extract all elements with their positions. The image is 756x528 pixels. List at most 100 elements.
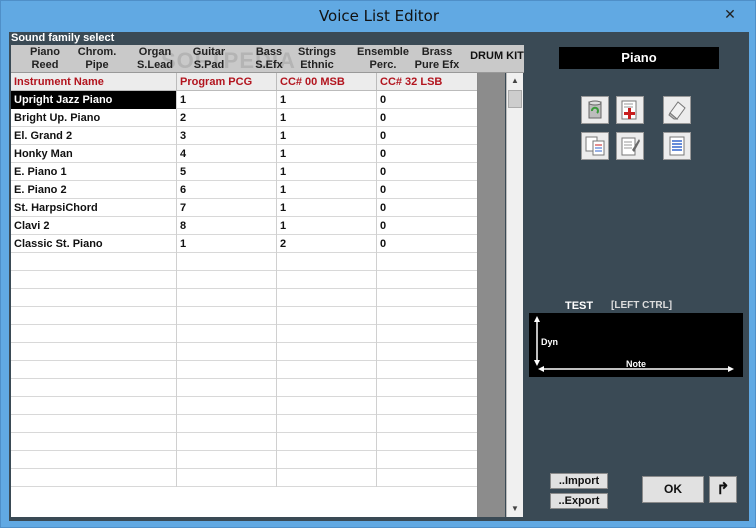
table-cell[interactable]: 1 [177, 91, 277, 109]
table-cell[interactable] [177, 289, 277, 307]
table-cell[interactable] [11, 433, 177, 451]
table-cell[interactable] [277, 325, 377, 343]
table-cell[interactable] [11, 307, 177, 325]
table-cell[interactable] [11, 469, 177, 487]
table-cell[interactable] [277, 415, 377, 433]
table-cell[interactable]: 0 [377, 91, 477, 109]
table-cell[interactable]: Classic St. Piano [11, 235, 177, 253]
table-cell[interactable] [277, 271, 377, 289]
table-cell[interactable]: 1 [277, 199, 377, 217]
table-cell[interactable] [177, 397, 277, 415]
scroll-thumb[interactable] [508, 90, 522, 108]
table-cell[interactable] [177, 307, 277, 325]
scroll-up-icon[interactable]: ▲ [507, 73, 523, 89]
table-cell[interactable] [277, 469, 377, 487]
table-cell[interactable]: 1 [277, 163, 377, 181]
table-cell[interactable] [11, 397, 177, 415]
table-cell[interactable]: 0 [377, 217, 477, 235]
table-row[interactable]: E. Piano 2610 [11, 181, 477, 199]
table-cell[interactable] [277, 433, 377, 451]
export-button[interactable]: ..Export [550, 493, 608, 509]
empty-table-row[interactable] [11, 343, 477, 361]
table-cell[interactable] [377, 397, 477, 415]
table-cell[interactable]: Upright Jazz Piano [11, 91, 177, 109]
column-header-instrument[interactable]: Instrument Name [11, 73, 177, 91]
close-button[interactable]: ✕ [711, 3, 749, 25]
import-button[interactable]: ..Import [550, 473, 608, 489]
table-cell[interactable]: 1 [277, 217, 377, 235]
table-cell[interactable] [177, 325, 277, 343]
empty-table-row[interactable] [11, 361, 477, 379]
table-row[interactable]: Clavi 2810 [11, 217, 477, 235]
table-cell[interactable] [377, 379, 477, 397]
family-button-0[interactable]: Piano Reed [15, 46, 75, 72]
add-document-icon[interactable] [616, 96, 644, 124]
table-cell[interactable] [277, 397, 377, 415]
table-cell[interactable] [11, 325, 177, 343]
family-button-1[interactable]: Chrom. Pipe [67, 46, 127, 72]
table-cell[interactable] [177, 253, 277, 271]
column-header-program[interactable]: Program PCG [177, 73, 277, 91]
table-cell[interactable] [277, 343, 377, 361]
table-row[interactable]: El. Grand 2310 [11, 127, 477, 145]
scroll-down-icon[interactable]: ▼ [507, 501, 523, 517]
table-cell[interactable] [177, 379, 277, 397]
table-cell[interactable]: 2 [277, 235, 377, 253]
table-cell[interactable]: 1 [177, 235, 277, 253]
table-cell[interactable]: Bright Up. Piano [11, 109, 177, 127]
table-row[interactable]: E. Piano 1510 [11, 163, 477, 181]
empty-table-row[interactable] [11, 397, 477, 415]
paste-icon[interactable] [616, 132, 644, 160]
family-button-5[interactable]: Strings Ethnic [287, 46, 347, 72]
recycle-bin-icon[interactable] [581, 96, 609, 124]
table-cell[interactable]: 7 [177, 199, 277, 217]
table-cell[interactable] [377, 253, 477, 271]
table-row[interactable]: St. HarpsiChord 7 1 0 [11, 199, 477, 217]
empty-table-row[interactable] [11, 451, 477, 469]
table-cell[interactable] [11, 379, 177, 397]
table-cell[interactable]: 5 [177, 163, 277, 181]
table-cell[interactable]: 1 [277, 91, 377, 109]
table-cell[interactable] [377, 271, 477, 289]
table-cell[interactable] [11, 343, 177, 361]
table-cell[interactable] [277, 379, 377, 397]
list-document-icon[interactable] [663, 132, 691, 160]
column-header-msb[interactable]: CC# 00 MSB [277, 73, 377, 91]
table-cell[interactable] [377, 343, 477, 361]
table-cell[interactable] [177, 271, 277, 289]
table-cell[interactable] [377, 361, 477, 379]
empty-table-row[interactable] [11, 469, 477, 487]
table-cell[interactable] [177, 469, 277, 487]
table-cell[interactable] [11, 361, 177, 379]
table-cell[interactable]: 0 [377, 163, 477, 181]
table-cell[interactable]: St. HarpsiChord [11, 199, 177, 217]
empty-table-row[interactable] [11, 379, 477, 397]
table-cell[interactable] [377, 415, 477, 433]
table-cell[interactable]: 0 [377, 199, 477, 217]
table-cell[interactable] [177, 343, 277, 361]
table-cell[interactable]: El. Grand 2 [11, 127, 177, 145]
table-cell[interactable]: 4 [177, 145, 277, 163]
drum-kit-button[interactable]: DRUM KIT [469, 50, 525, 62]
table-cell[interactable] [277, 307, 377, 325]
exit-icon[interactable]: ↱ [709, 476, 737, 503]
empty-table-row[interactable] [11, 253, 477, 271]
empty-table-row[interactable] [11, 271, 477, 289]
table-cell[interactable]: E. Piano 2 [11, 181, 177, 199]
table-cell[interactable] [11, 451, 177, 469]
test-pad[interactable]: Dyn Note [529, 313, 743, 377]
column-header-lsb[interactable]: CC# 32 LSB [377, 73, 477, 91]
table-cell[interactable]: 0 [377, 181, 477, 199]
table-cell[interactable] [277, 361, 377, 379]
table-cell[interactable] [177, 361, 277, 379]
table-cell[interactable] [11, 253, 177, 271]
family-button-7[interactable]: Brass Pure Efx [407, 46, 467, 72]
table-cell[interactable] [177, 433, 277, 451]
table-cell[interactable] [11, 289, 177, 307]
table-cell[interactable] [11, 271, 177, 289]
empty-table-row[interactable] [11, 325, 477, 343]
table-cell[interactable]: Clavi 2 [11, 217, 177, 235]
table-cell[interactable]: 0 [377, 109, 477, 127]
table-cell[interactable] [11, 415, 177, 433]
table-cell[interactable]: 1 [277, 145, 377, 163]
